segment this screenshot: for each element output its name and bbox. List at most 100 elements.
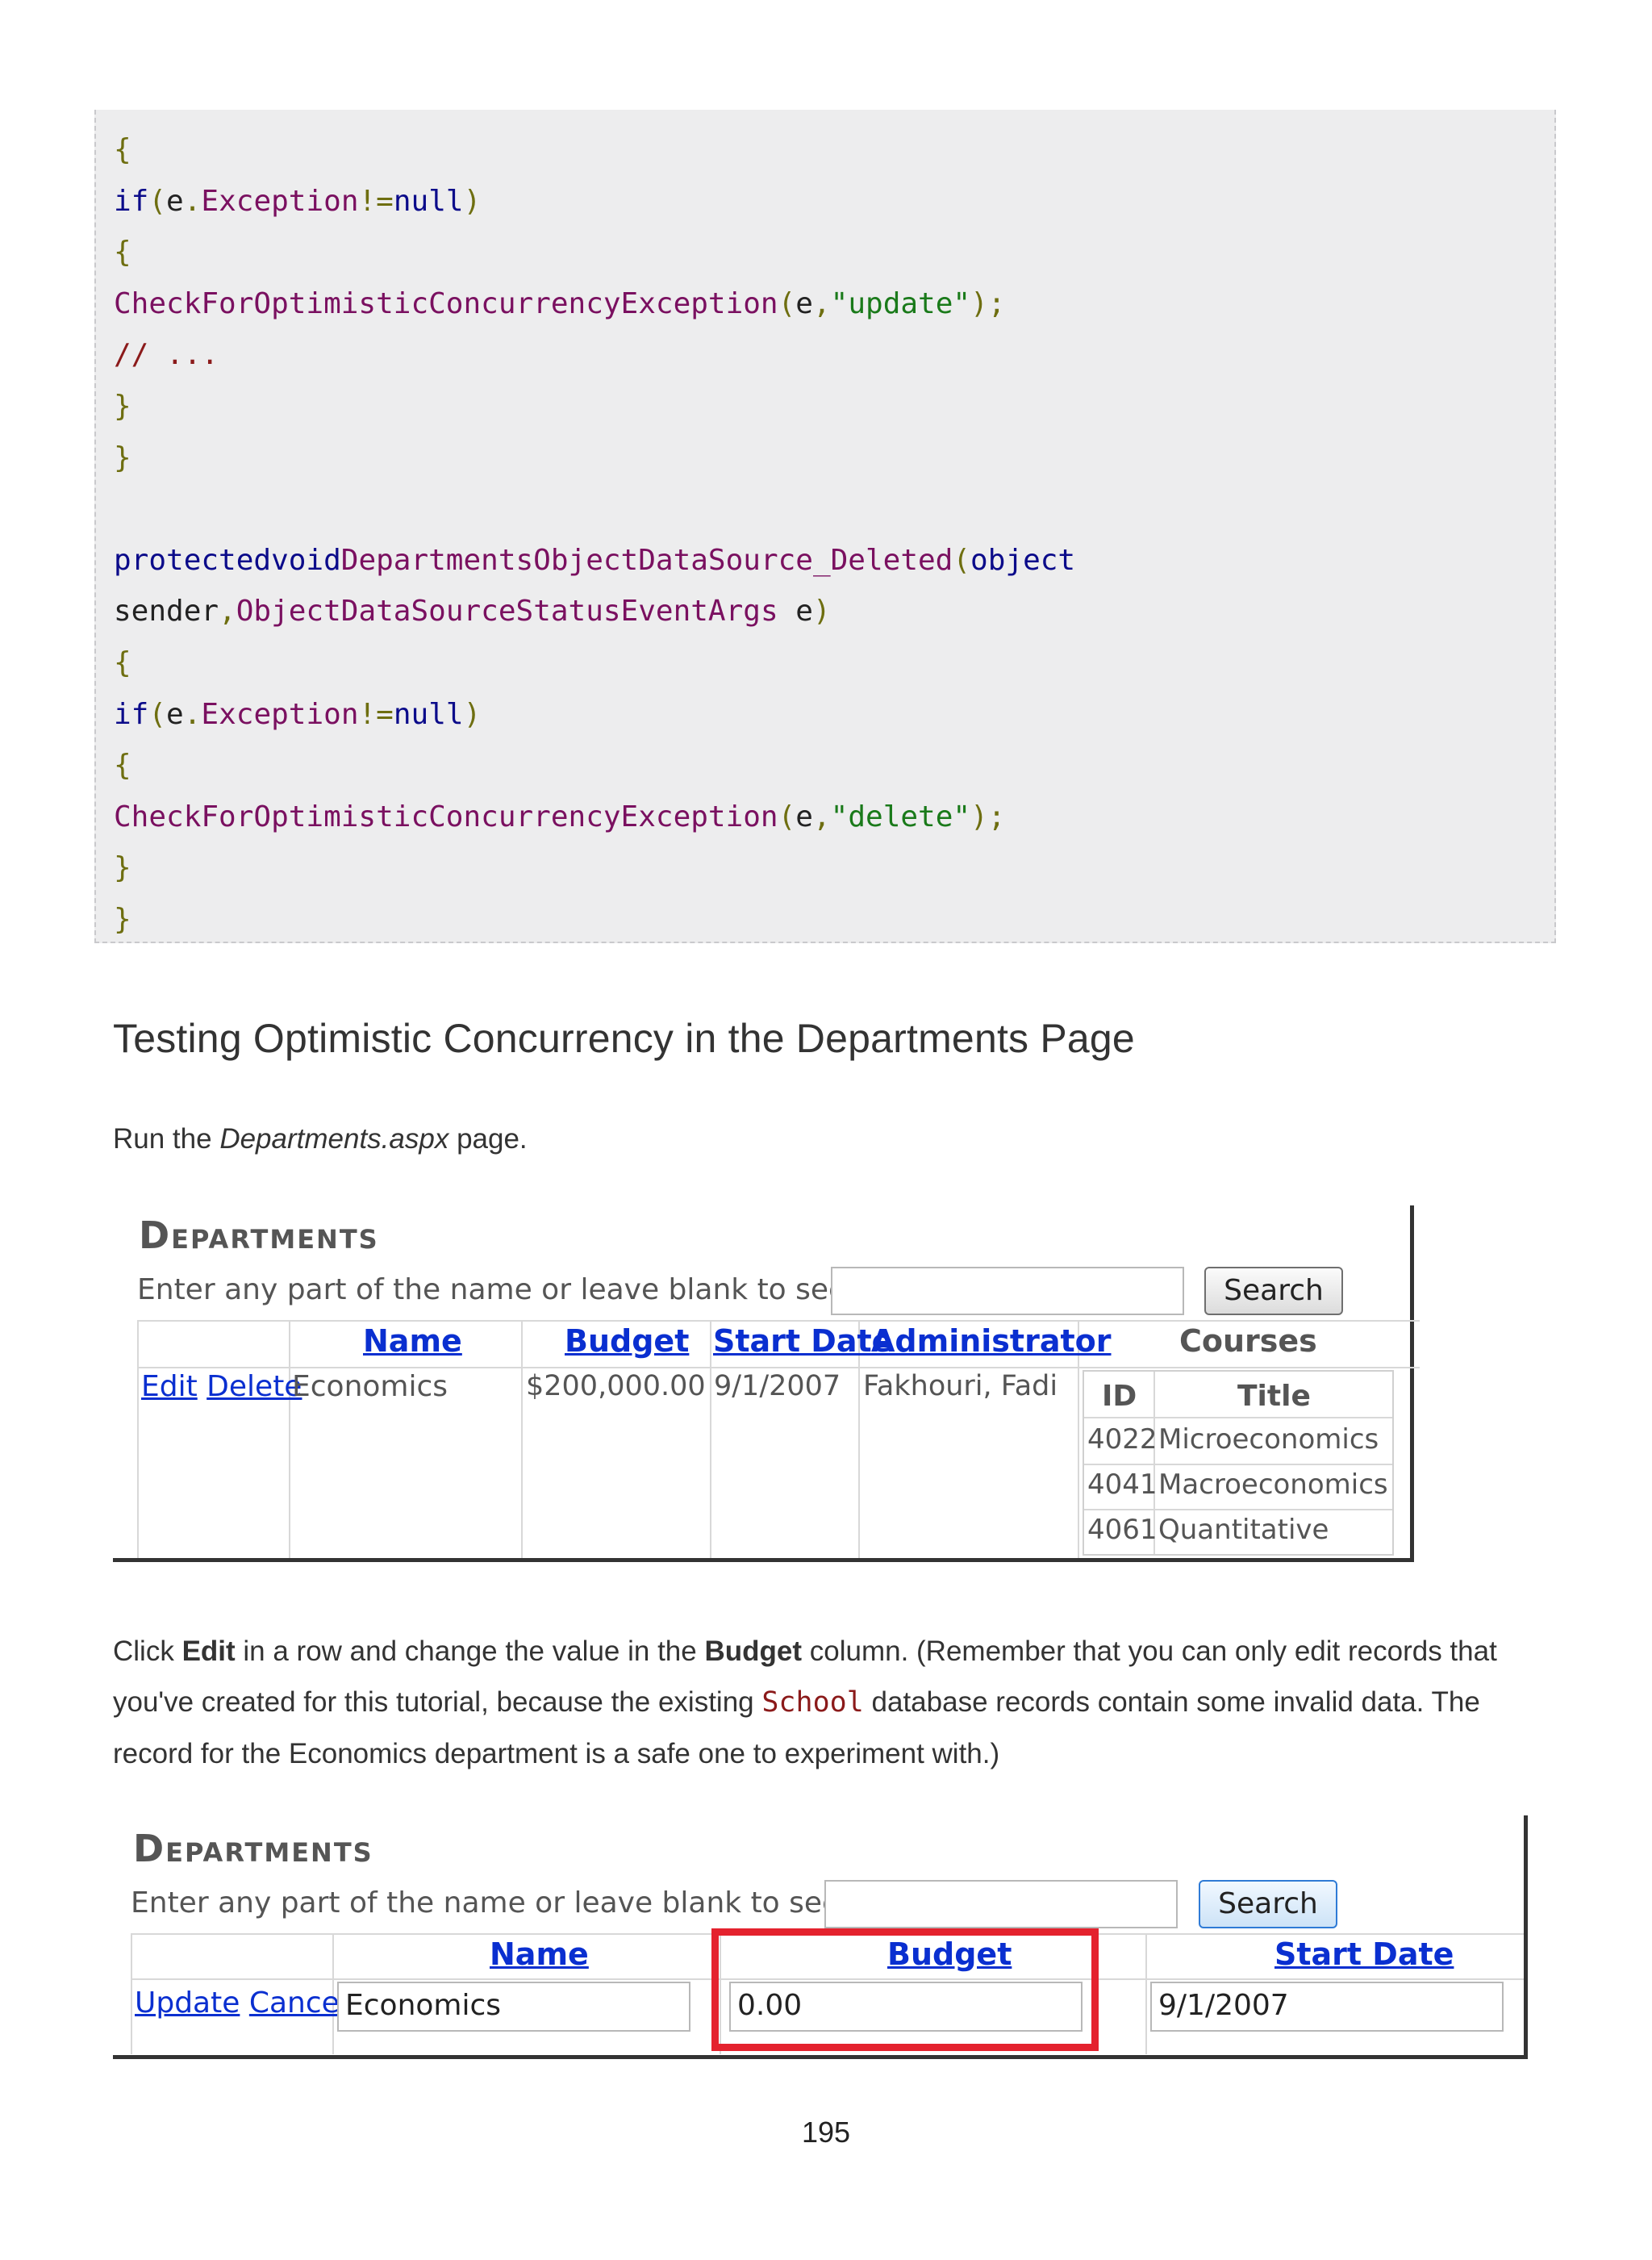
code-token: ( xyxy=(953,543,971,577)
code-token: ( xyxy=(148,184,167,218)
subgrid-border xyxy=(1084,1509,1392,1510)
grid-border xyxy=(521,1320,523,1558)
code-token: if xyxy=(114,697,149,731)
code-token: ObjectDataSourceStatusEventArgs xyxy=(236,595,778,629)
search-input[interactable] xyxy=(824,1880,1178,1928)
code-token: . xyxy=(183,697,202,731)
row-actions: Update Cancel xyxy=(135,1986,348,2020)
subgrid-border xyxy=(1084,1464,1392,1465)
file-name: Departments.aspx xyxy=(219,1123,449,1155)
code-line: { xyxy=(114,740,1075,792)
code-token: if xyxy=(114,184,149,218)
edit-link[interactable]: Edit xyxy=(141,1370,198,1403)
code-token: CheckForOptimisticConcurrencyException xyxy=(114,286,778,320)
search-prompt: Enter any part of the name or leave blan… xyxy=(131,1886,883,1920)
code-token: // ... xyxy=(114,338,219,372)
update-link[interactable]: Update xyxy=(135,1986,240,2020)
code-line: CheckForOptimisticConcurrencyException(e… xyxy=(114,792,1075,843)
subgrid-border xyxy=(1084,1417,1392,1418)
courses-subgrid: ID Title 4022 Microeconomics 4041 Macroe… xyxy=(1083,1370,1394,1556)
code-token: Exception xyxy=(201,184,359,218)
code-token: , xyxy=(219,595,236,629)
code-token: ) xyxy=(463,184,482,218)
courses-column-header: Courses xyxy=(1179,1323,1317,1359)
budget-cell: $200,000.00 xyxy=(526,1370,706,1402)
code-token: { xyxy=(114,236,131,269)
code-token: e xyxy=(795,800,813,833)
administrator-column-header[interactable]: Administrator xyxy=(871,1323,1112,1359)
code-token: { xyxy=(114,645,131,679)
course-id-cell: 4041 xyxy=(1087,1468,1158,1501)
course-title-cell: Macroeconomics xyxy=(1158,1468,1388,1501)
start-date-edit-input[interactable]: 9/1/2007 xyxy=(1150,1982,1504,2032)
search-input[interactable] xyxy=(831,1267,1184,1315)
code-listing: { if(e.Exception!=null) { CheckForOptimisti… xyxy=(114,124,1075,946)
code-line: } xyxy=(114,381,1075,432)
section-heading: Testing Optimistic Concurrency in the De… xyxy=(113,1016,1135,1061)
grid-top-border xyxy=(137,1320,1420,1322)
search-button[interactable]: Search xyxy=(1199,1880,1337,1928)
start-date-column-header[interactable]: Start Date xyxy=(713,1323,892,1359)
code-token: . xyxy=(183,184,202,218)
code-token: CheckForOptimisticConcurrencyException xyxy=(114,800,778,833)
code-token: ) xyxy=(463,697,482,731)
code-line: { xyxy=(114,637,1075,689)
code-line: if(e.Exception!=null) xyxy=(114,176,1075,228)
code-token: ); xyxy=(970,800,1006,833)
code-line: } xyxy=(114,432,1075,484)
budget-highlight-box xyxy=(711,1928,1099,2051)
code-token: DepartmentsObjectDataSource_Deleted xyxy=(340,543,953,577)
code-line: if(e.Exception!=null) xyxy=(114,689,1075,741)
code-token: } xyxy=(114,389,131,423)
code-token: { xyxy=(114,133,131,166)
course-title-cell: Microeconomics xyxy=(1158,1423,1379,1456)
grid-border xyxy=(131,1933,132,2054)
code-token: e xyxy=(778,595,813,629)
administrator-cell: Fakhouri, Fadi xyxy=(863,1370,1058,1402)
inline-code-school: School xyxy=(761,1686,864,1719)
page-number: 195 xyxy=(801,2116,851,2149)
code-token: } xyxy=(114,441,131,474)
course-id-cell: 4061 xyxy=(1087,1514,1158,1546)
delete-link[interactable]: Delete xyxy=(206,1370,302,1403)
code-token: ); xyxy=(970,286,1006,320)
code-line: { xyxy=(114,124,1075,176)
code-token: object xyxy=(970,543,1076,577)
course-id-header: ID xyxy=(1102,1380,1137,1413)
code-token: e xyxy=(166,697,184,731)
code-line: // ... xyxy=(114,329,1075,381)
code-line: } xyxy=(114,842,1075,894)
code-line: } xyxy=(114,894,1075,946)
name-column-header[interactable]: Name xyxy=(363,1323,462,1359)
grid-border xyxy=(289,1320,290,1558)
cancel-link[interactable]: Cancel xyxy=(249,1986,348,2020)
grid-border xyxy=(1145,1933,1147,2054)
code-line: protectedvoidDepartmentsObjectDataSource… xyxy=(114,535,1075,587)
code-token: , xyxy=(812,800,831,833)
code-token: "delete" xyxy=(830,800,971,833)
course-title-cell: Quantitative xyxy=(1158,1514,1329,1546)
search-button[interactable]: Search xyxy=(1204,1267,1343,1315)
row-actions: Edit Delete xyxy=(141,1370,302,1403)
code-token: { xyxy=(114,749,131,783)
departments-edit-screenshot: Departments Enter any part of the name o… xyxy=(113,1815,1528,2059)
name-column-header[interactable]: Name xyxy=(490,1936,589,1972)
course-id-cell: 4022 xyxy=(1087,1423,1158,1456)
grid-border xyxy=(137,1320,139,1558)
code-block: { if(e.Exception!=null) { CheckForOptimisti… xyxy=(94,110,1556,943)
search-prompt: Enter any part of the name or leave blan… xyxy=(137,1273,890,1306)
departments-title: Departments xyxy=(139,1214,379,1257)
code-token: ) xyxy=(812,595,831,629)
name-edit-input[interactable]: Economics xyxy=(337,1982,690,2032)
instruction-paragraph-2: Click Edit in a row and change the value… xyxy=(113,1635,1497,1769)
budget-column-header[interactable]: Budget xyxy=(565,1323,689,1359)
grid-border xyxy=(710,1320,711,1558)
start-date-column-header[interactable]: Start Date xyxy=(1274,1936,1454,1972)
code-token: Exception xyxy=(201,697,359,731)
code-token: e xyxy=(795,286,813,320)
grid-header-border xyxy=(137,1367,1420,1368)
code-token: "update" xyxy=(830,286,971,320)
departments-title: Departments xyxy=(133,1827,373,1870)
departments-screenshot-view: Departments Enter any part of the name o… xyxy=(113,1205,1420,1562)
